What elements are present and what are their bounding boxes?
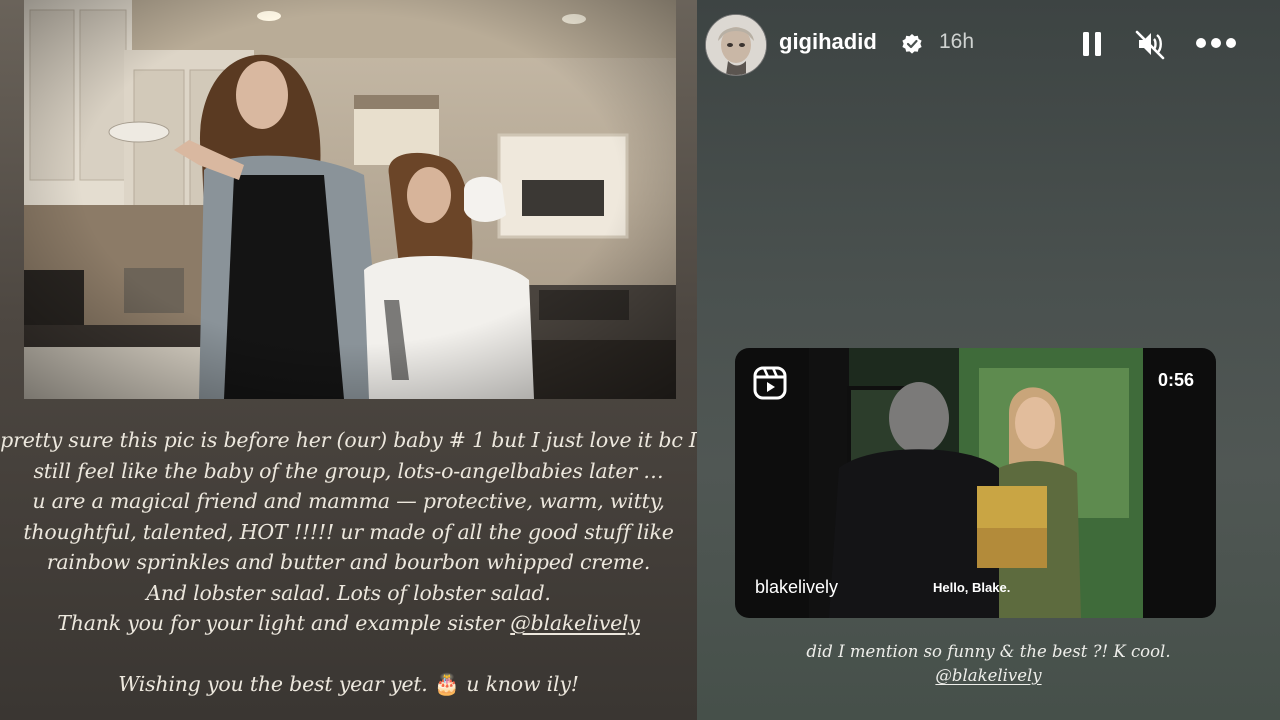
reel-duration: 0:56 — [1157, 370, 1194, 390]
caption-line: pretty sure this pic is before her (our)… — [0, 428, 697, 452]
cake-emoji-icon: 🎂 — [434, 671, 460, 696]
post-time: 16h — [939, 30, 975, 53]
right-story-caption: did I mention so funny & the best ?! K c… — [697, 640, 1280, 688]
avatar-image — [706, 15, 766, 75]
right-story-panel: gigihadid 16h 0:56 blakelively Hello, Bl… — [697, 0, 1280, 720]
kitchen-photo-image — [24, 0, 676, 399]
wish-text: Wishing you the best year yet. — [118, 671, 434, 696]
reel-thumbnail-image — [809, 348, 1143, 618]
pause-icon[interactable] — [1080, 30, 1104, 58]
wish-text-end: u know ily! — [459, 671, 579, 696]
thanks-text: Thank you for your light and example sis… — [57, 611, 511, 635]
right-caption-line: did I mention so funny & the best ?! K c… — [806, 642, 1171, 661]
shared-reel-card[interactable]: 0:56 blakelively Hello, Blake. — [735, 348, 1216, 618]
caption-thanks-line: Thank you for your light and example sis… — [0, 608, 697, 639]
story-photo — [24, 0, 676, 399]
story-header: gigihadid 16h — [705, 14, 1265, 76]
caption-line: still feel like the baby of the group, l… — [33, 458, 664, 483]
left-story-panel: pretty sure this pic is before her (our)… — [0, 0, 697, 720]
caption-line: rainbow sprinkles and butter and bourbon… — [46, 550, 651, 574]
reel-subtitle: Hello, Blake. — [933, 580, 1011, 595]
caption-line: thoughtful, talented, HOT !!!!! ur made … — [23, 519, 674, 544]
avatar[interactable] — [705, 14, 767, 76]
mention-link[interactable]: @blakelively — [510, 611, 640, 635]
caption-line: u are a magical friend and mamma — prote… — [32, 489, 665, 513]
username[interactable]: gigihadid — [779, 29, 877, 55]
story-caption: pretty sure this pic is before her (our)… — [0, 425, 697, 699]
caption-line: And lobster salad. Lots of lobster salad… — [146, 580, 551, 605]
verified-badge-icon — [901, 33, 923, 55]
more-options-icon[interactable] — [1195, 36, 1237, 50]
muted-speaker-icon[interactable] — [1133, 28, 1167, 60]
caption-wish-line: Wishing you the best year yet. 🎂 u know … — [0, 669, 697, 700]
right-mention-link[interactable]: @blakelively — [697, 664, 1280, 688]
reel-author[interactable]: blakelively — [755, 577, 838, 598]
reels-icon — [753, 366, 787, 400]
